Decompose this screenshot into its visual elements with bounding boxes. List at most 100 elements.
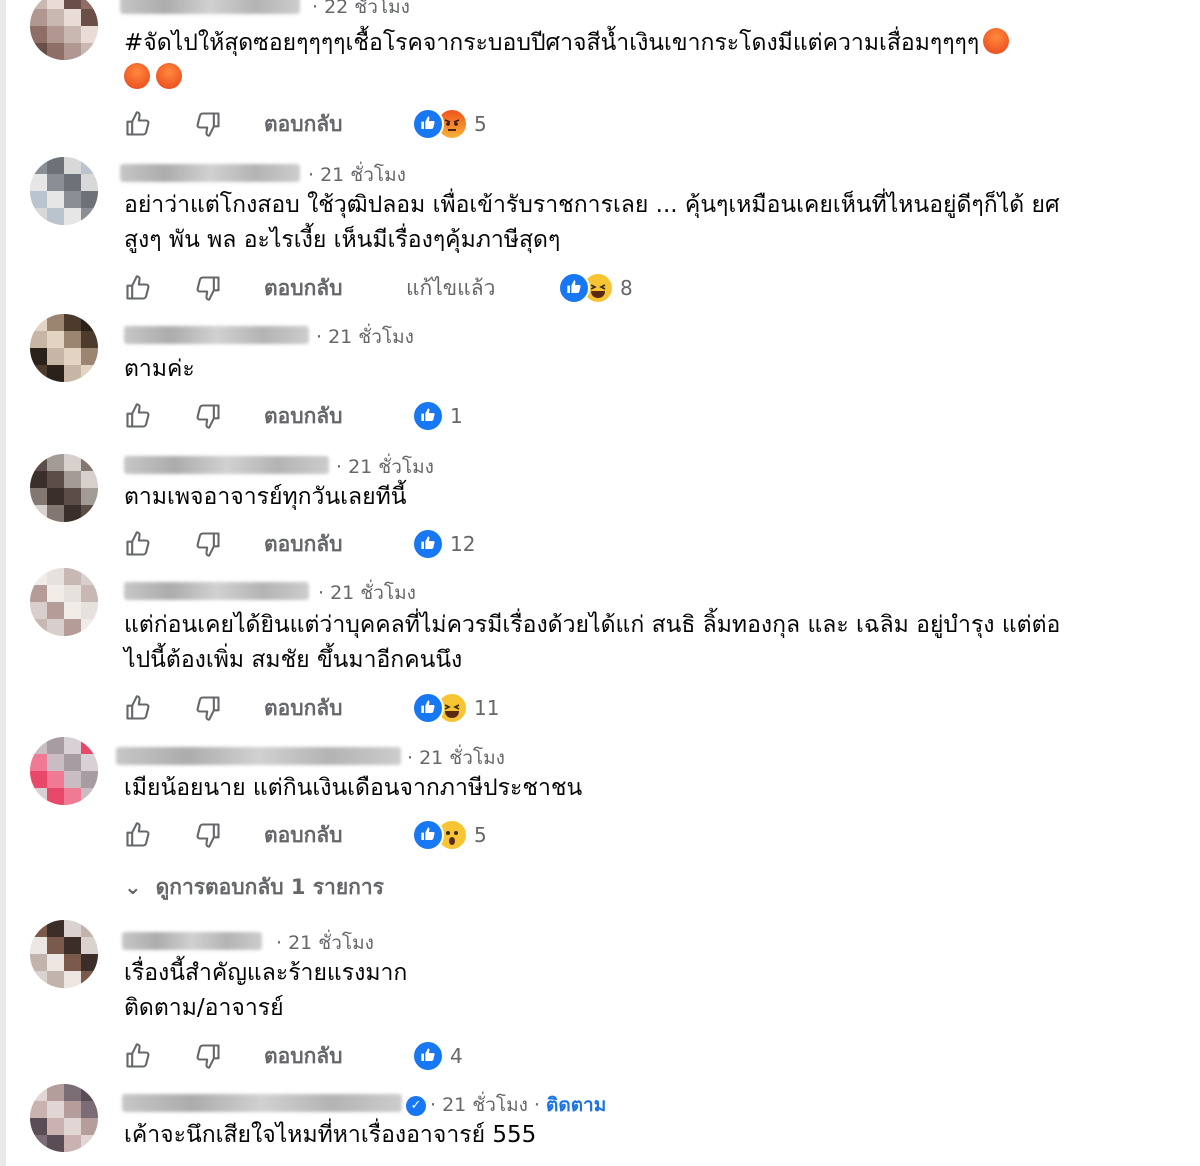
author-name-blurred[interactable]: [116, 747, 401, 765]
reaction-summary[interactable]: 5: [412, 108, 487, 140]
comment-time[interactable]: 21 ชั่วโมง: [348, 456, 434, 478]
follow-button[interactable]: ติดตาม: [546, 1094, 606, 1116]
avatar-pixel: [30, 585, 47, 602]
avatar-pixel: [81, 585, 98, 602]
author-name-blurred[interactable]: [124, 326, 309, 344]
reply-button[interactable]: ตอบกลับ: [264, 692, 343, 725]
comment-time[interactable]: 21 ชั่วโมง: [419, 747, 505, 769]
like-icon: [412, 692, 444, 724]
comment-time[interactable]: 22 ชั่วโมง: [324, 0, 410, 18]
avatar-pixel: [64, 619, 81, 636]
avatar-pixel: [47, 26, 64, 43]
comment-actions: ตอบกลับ 12: [124, 526, 824, 560]
avatar-pixel: [30, 454, 47, 471]
like-icon: [558, 272, 590, 304]
avatar-pixel: [30, 488, 47, 505]
comment-time[interactable]: 21 ชั่วโมง: [330, 582, 416, 604]
comment-time[interactable]: 21 ชั่วโมง: [328, 326, 414, 348]
author-name-blurred[interactable]: [124, 456, 329, 474]
dislike-icon[interactable]: [194, 821, 222, 849]
author-name-blurred[interactable]: [120, 0, 300, 14]
avatar-pixel: [47, 954, 64, 971]
dislike-icon[interactable]: [194, 274, 222, 302]
reaction-count: 8: [620, 276, 633, 300]
reply-button[interactable]: ตอบกลับ: [264, 400, 343, 433]
avatar-pixel: [64, 505, 81, 522]
avatar-pixel: [64, 788, 81, 805]
dislike-icon[interactable]: [194, 1042, 222, 1070]
reaction-summary[interactable]: 8: [558, 272, 633, 304]
avatar-pixel: [30, 1135, 47, 1152]
avatar-pixel: [47, 1135, 64, 1152]
avatar-pixel: [64, 208, 81, 225]
avatar-pixel: [30, 314, 47, 331]
avatar[interactable]: [30, 454, 98, 522]
reaction-summary[interactable]: 5: [412, 819, 487, 851]
avatar-pixel: [81, 602, 98, 619]
comment-text: สูงๆ พัน พล อะไรเงี้ย เห็นมีเรื่องๆคุ้มภ…: [124, 227, 561, 253]
reply-button[interactable]: ตอบกลับ: [264, 108, 343, 141]
avatar-pixel: [30, 43, 47, 60]
like-icon: [412, 819, 444, 851]
avatar[interactable]: [30, 157, 98, 225]
like-icon[interactable]: [124, 821, 152, 849]
comment-meta: · 21 ชั่วโมง: [276, 928, 374, 958]
meta-separator: ·: [527, 1094, 547, 1116]
like-icon[interactable]: [124, 274, 152, 302]
comment-time[interactable]: 21 ชั่วโมง: [442, 1094, 528, 1116]
avatar-pixel: [30, 920, 47, 937]
reply-button[interactable]: ตอบกลับ: [264, 528, 343, 561]
avatar-pixel: [47, 191, 64, 208]
avatar-pixel: [81, 568, 98, 585]
like-icon[interactable]: [124, 402, 152, 430]
avatar[interactable]: [30, 0, 98, 60]
avatar-pixel: [47, 568, 64, 585]
reaction-summary[interactable]: 1: [412, 400, 463, 432]
page-left-edge: [0, 0, 6, 1166]
reply-button[interactable]: ตอบกลับ: [264, 272, 343, 305]
avatar-pixel: [81, 771, 98, 788]
reaction-summary[interactable]: 11: [412, 692, 500, 724]
comment-text: แต่ก่อนเคยได้ยินแต่ว่าบุคคลที่ไม่ควรมีเร…: [124, 612, 1061, 638]
avatar-pixel: [47, 348, 64, 365]
avatar-pixel: [64, 1118, 81, 1135]
avatar-pixel: [64, 471, 81, 488]
avatar-pixel: [81, 43, 98, 60]
like-icon: [412, 400, 444, 432]
dislike-icon[interactable]: [194, 110, 222, 138]
comment-time[interactable]: 21 ชั่วโมง: [320, 164, 406, 186]
avatar[interactable]: [30, 314, 98, 382]
avatar[interactable]: [30, 568, 98, 636]
author-name-blurred[interactable]: [122, 1094, 402, 1112]
comment-time[interactable]: 21 ชั่วโมง: [288, 932, 374, 954]
angry-emoji: [156, 63, 182, 89]
author-name-blurred[interactable]: [120, 164, 300, 182]
author-name-blurred[interactable]: [122, 932, 262, 950]
avatar[interactable]: [30, 737, 98, 805]
dislike-icon[interactable]: [194, 694, 222, 722]
comment-text: เมียน้อยนาย แต่กินเงินเดือนจากภาษีประชาช…: [124, 775, 583, 801]
view-replies-button[interactable]: ⌄ ดูการตอบกลับ 1 รายการ: [124, 871, 384, 904]
avatar[interactable]: [30, 1084, 98, 1152]
reply-button[interactable]: ตอบกลับ: [264, 819, 343, 852]
dislike-icon[interactable]: [194, 530, 222, 558]
avatar-pixel: [47, 1118, 64, 1135]
like-icon[interactable]: [124, 1042, 152, 1070]
dislike-icon[interactable]: [194, 402, 222, 430]
reaction-count: 11: [474, 696, 500, 720]
meta-separator: ·: [318, 582, 331, 604]
reaction-summary[interactable]: 4: [412, 1040, 463, 1072]
avatar-pixel: [47, 788, 64, 805]
like-icon[interactable]: [124, 110, 152, 138]
reply-button[interactable]: ตอบกลับ: [264, 1040, 343, 1073]
avatar-pixel: [81, 488, 98, 505]
author-name-blurred[interactable]: [124, 582, 309, 600]
like-icon[interactable]: [124, 694, 152, 722]
avatar-pixel: [47, 771, 64, 788]
avatar-pixel: [64, 1135, 81, 1152]
reaction-summary[interactable]: 12: [412, 528, 475, 560]
avatar-pixel: [47, 1084, 64, 1101]
comment-text: ติดตาม/อาจารย์: [124, 995, 284, 1021]
avatar[interactable]: [30, 920, 98, 988]
like-icon[interactable]: [124, 530, 152, 558]
